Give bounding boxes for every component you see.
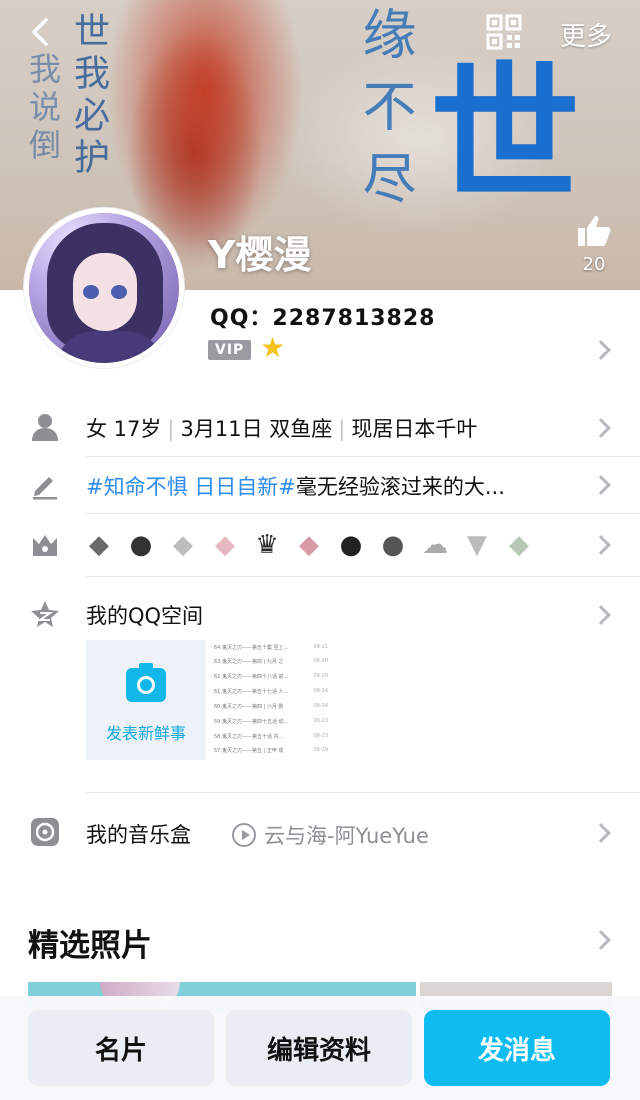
list-item: 62.鬼灭之刃——第四十八话 前... 09-20 <box>214 673 328 683</box>
list-item-title: 64.鬼灭之刃——第五十集 至上... <box>214 645 289 651</box>
qzone-post-list[interactable]: 64.鬼灭之刃——第五十集 至上... 09-21 63.鬼灭之刃——第四 | 九… <box>208 640 332 760</box>
business-card-button[interactable]: 名片 <box>28 1010 214 1086</box>
crown-penguin-icon: ♛ <box>255 530 279 560</box>
separator: | <box>167 417 175 441</box>
music-label: 我的音乐盒 <box>86 823 191 847</box>
send-message-button[interactable]: 发消息 <box>424 1010 610 1086</box>
chevron-right-icon[interactable] <box>591 340 611 360</box>
avatar[interactable] <box>24 208 184 368</box>
location: 现居日本千叶 <box>351 417 478 441</box>
list-item: 57.鬼灭之刃——第五 | 正甲 成 09-19 <box>214 747 328 757</box>
green-diamond-icon: ◆ <box>509 530 529 560</box>
qr-code-icon <box>486 14 522 50</box>
chevron-right-icon <box>591 823 611 843</box>
list-item: 63.鬼灭之刃——第四 | 九月 之 09-20 <box>214 658 328 668</box>
chevron-left-icon <box>32 18 48 46</box>
list-item-date: 09-23 <box>313 718 328 724</box>
signature-body: 毫无经验滚过来的大... <box>295 475 505 499</box>
thumbs-up-icon <box>578 216 611 246</box>
list-item-date: 09-23 <box>313 733 328 739</box>
list-item-title: 57.鬼灭之刃——第五 | 正甲 成 <box>214 748 284 754</box>
list-item-title: 62.鬼灭之刃——第四十八话 前... <box>214 674 289 680</box>
separator: | <box>338 417 346 441</box>
camera-icon <box>126 663 166 702</box>
music-song[interactable]: 云与海-阿YueYue <box>232 820 429 850</box>
list-item: 59.鬼灭之刃——第四十五话 动... 09-23 <box>214 718 328 728</box>
person-icon <box>32 414 58 441</box>
list-item: 61.鬼灭之刃——第五十七话 人... 09-24 <box>214 688 328 698</box>
song-title: 云与海-阿YueYue <box>264 824 429 848</box>
play-icon[interactable] <box>232 823 256 847</box>
featured-photos-title: 精选照片 <box>28 928 152 964</box>
cover-calligraphy-left-faded: 我说倒 <box>24 52 62 166</box>
list-item-title: 63.鬼灭之刃——第四 | 九月 之 <box>214 659 284 665</box>
list-item-title: 59.鬼灭之刃——第四十五话 动... <box>214 719 289 725</box>
chevron-right-icon <box>591 475 611 495</box>
vcloud-icon: ☁ <box>422 530 448 560</box>
cover-calligraphy-right: 缘不尽 <box>353 6 416 222</box>
badge-list: ◆ ● ◆ ◆ ♛ ◆ ● ● ☁ ▼ ◆ <box>82 528 536 562</box>
gender-age: 女 17岁 <box>86 417 162 441</box>
list-item: 64.鬼灭之刃——第五十集 至上... 09-21 <box>214 644 328 654</box>
vip-badge[interactable]: VIP <box>208 340 252 360</box>
signature-row[interactable]: #知命不惧 日日自新#毫无经验滚过来的大... <box>0 457 640 513</box>
list-item-title: 58.鬼灭之刃——第五十话 内... <box>214 734 284 740</box>
edit-profile-button[interactable]: 编辑资料 <box>226 1010 412 1086</box>
pink-diamond-icon: ◆ <box>215 530 235 560</box>
star-icon[interactable]: ★ <box>260 334 285 362</box>
diamond-icon: ◆ <box>173 530 193 560</box>
more-button[interactable]: 更多 <box>560 16 612 53</box>
list-item-date: 09-24 <box>313 703 328 709</box>
chevron-right-icon <box>591 605 611 625</box>
nickname: Y樱漫 <box>208 233 312 277</box>
cover-calligraphy-big: 世 <box>430 47 581 223</box>
signature-tag[interactable]: #知命不惧 日日自新# <box>86 475 296 499</box>
bottom-action-bar: 名片 编辑资料 发消息 <box>0 996 640 1100</box>
post-new-label: 发表新鲜事 <box>105 724 186 743</box>
list-item-date: 09-24 <box>313 688 328 694</box>
qzone-label: 我的QQ空间 <box>86 604 204 628</box>
penguin-icon: ● <box>129 530 153 560</box>
post-new-button[interactable]: 发表新鲜事 <box>86 640 206 760</box>
avatar-eye-left <box>83 285 99 299</box>
v-wing-icon: ▼ <box>467 530 487 560</box>
signature-text: #知命不惧 日日自新#毫无经验滚过来的大... <box>86 471 505 501</box>
cover-calligraphy-left: 世我必护 <box>68 12 109 180</box>
list-item-date: 09-21 <box>313 644 328 650</box>
like-button[interactable]: 20 <box>570 214 618 275</box>
chevron-right-icon[interactable] <box>591 930 611 950</box>
qzone-star-icon <box>31 601 59 627</box>
list-item: 58.鬼灭之刃——第五十话 内... 09-23 <box>214 733 328 743</box>
penguin-bag-icon: ● <box>339 530 363 560</box>
list-item-date: 09-20 <box>313 673 328 679</box>
birthday: 3月11日 双鱼座 <box>180 417 333 441</box>
basic-info-row[interactable]: 女 17岁 | 3月11日 双鱼座 | 现居日本千叶 <box>0 400 640 456</box>
list-item-title: 60.鬼灭之刃——第四 | 六月 剧 <box>214 704 284 710</box>
chevron-right-icon <box>591 535 611 555</box>
back-button[interactable] <box>24 14 60 50</box>
crown-icon <box>33 535 57 556</box>
list-item-date: 09-19 <box>313 747 328 753</box>
diamond-penguin-icon: ◆ <box>89 530 109 560</box>
qq-number: QQ：2287813828 <box>210 306 436 331</box>
qr-code-button[interactable] <box>486 14 522 50</box>
like-count: 20 <box>582 254 606 275</box>
list-item: 60.鬼灭之刃——第四 | 六月 剧 09-24 <box>214 703 328 713</box>
music-disc-icon <box>31 818 59 846</box>
pen-icon <box>33 477 57 500</box>
chevron-right-icon <box>591 418 611 438</box>
list-item-title: 61.鬼灭之刃——第五十七话 人... <box>214 689 289 695</box>
avatar-eye-right <box>111 285 127 299</box>
basic-info-text: 女 17岁 | 3月11日 双鱼座 | 现居日本千叶 <box>86 413 477 443</box>
list-item-date: 09-20 <box>313 658 328 664</box>
pink-diamond-icon: ◆ <box>299 530 319 560</box>
penguin-plus-icon: ● <box>381 530 405 560</box>
